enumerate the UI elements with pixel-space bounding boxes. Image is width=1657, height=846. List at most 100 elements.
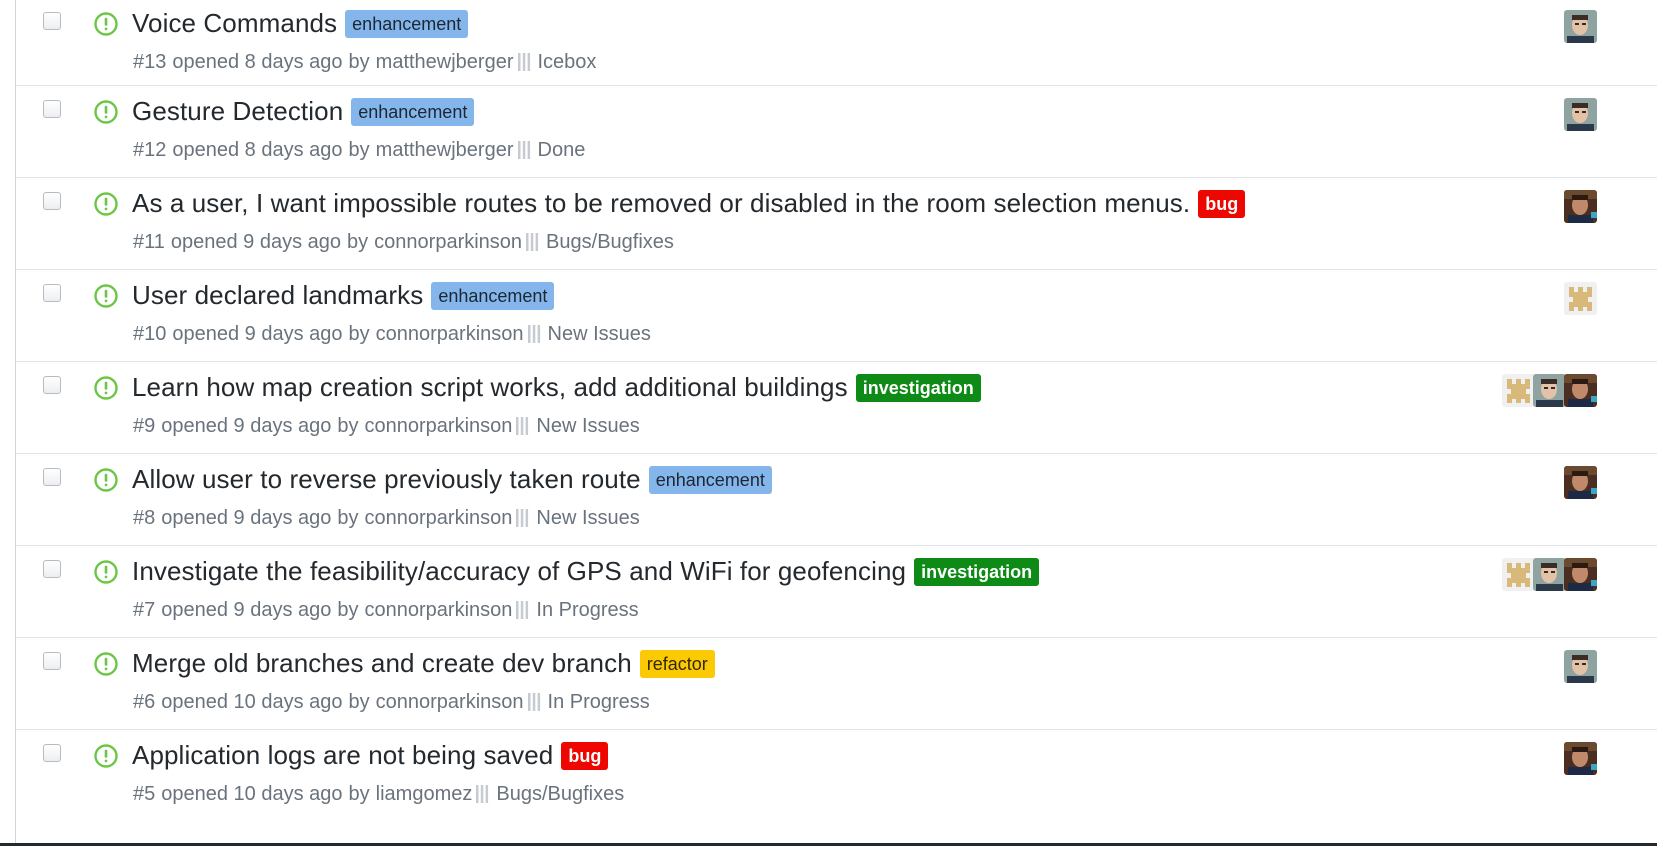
issue-title-line: User declared landmarks enhancement (132, 280, 555, 311)
assignee-avatar[interactable] (1564, 282, 1597, 315)
issue-title-link[interactable]: Merge old branches and create dev branch (132, 648, 632, 679)
issue-meta: #5 opened 10 days ago by liamgomez Bugs/… (133, 783, 624, 806)
assignee-avatar[interactable] (1564, 98, 1597, 131)
project-column-icon (526, 692, 542, 712)
issue-title-line: Gesture Detection enhancement (132, 96, 475, 127)
issue-by: by (348, 691, 370, 713)
issue-opened-icon (93, 99, 119, 125)
assignee-avatar[interactable] (1564, 466, 1597, 499)
project-column-icon (514, 508, 530, 528)
issue-author-link[interactable]: connorparkinson (376, 323, 524, 346)
issue-select-checkbox[interactable] (43, 284, 61, 302)
issue-project-column-link[interactable]: Bugs/Bugfixes (496, 783, 624, 806)
issue-number: #9 (133, 415, 156, 437)
assignee-avatar[interactable] (1564, 190, 1597, 223)
issue-opened-time: opened 10 days ago (161, 783, 343, 805)
issue-opened-icon (93, 559, 119, 585)
issue-label[interactable]: investigation (914, 557, 1040, 586)
issue-title-link[interactable]: Application logs are not being saved (132, 740, 553, 771)
assignee-avatar[interactable] (1564, 742, 1597, 775)
issue-label[interactable]: enhancement (351, 97, 475, 126)
assignee-avatar[interactable] (1502, 374, 1535, 407)
issue-by: by (347, 231, 369, 253)
assignee-avatar[interactable] (1564, 650, 1597, 683)
issue-opened-time: opened 10 days ago (161, 691, 343, 713)
issue-title-link[interactable]: Gesture Detection (132, 96, 343, 127)
issue-author-link[interactable]: connorparkinson (376, 691, 524, 714)
issue-title-link[interactable]: User declared landmarks (132, 280, 423, 311)
issue-select-checkbox[interactable] (43, 468, 61, 486)
issue-title-link[interactable]: Investigate the feasibility/accuracy of … (132, 556, 906, 587)
project-column-icon (514, 416, 530, 436)
issue-by: by (337, 507, 359, 529)
issue-project-column-link[interactable]: Bugs/Bugfixes (546, 231, 674, 254)
issue-opened-icon (93, 283, 119, 309)
issue-opened-icon (93, 11, 119, 37)
issue-label[interactable]: bug (561, 741, 609, 770)
issue-by: by (348, 323, 370, 345)
issue-by: by (337, 599, 359, 621)
assignee-avatar[interactable] (1533, 558, 1566, 591)
issue-project-column-link[interactable]: In Progress (536, 599, 638, 622)
assignee-avatar[interactable] (1564, 374, 1597, 407)
issue-opened-time: opened 9 days ago (172, 323, 343, 345)
issue-title-line: Allow user to reverse previously taken r… (132, 464, 772, 495)
issue-project-column-link[interactable]: New Issues (548, 323, 651, 346)
issue-meta: #9 opened 9 days ago by connorparkinson … (133, 415, 640, 438)
assignees (1564, 98, 1597, 131)
issue-label[interactable]: refactor (639, 649, 715, 678)
issue-label[interactable]: enhancement (431, 281, 555, 310)
issue-number: #12 (133, 139, 167, 161)
issue-list: Voice Commands enhancement #13 opened 8 … (16, 0, 1657, 822)
issue-author-link[interactable]: connorparkinson (374, 231, 522, 254)
issue-author-link[interactable]: connorparkinson (365, 507, 513, 530)
issue-select-checkbox[interactable] (43, 652, 61, 670)
issue-opened-time: opened 9 days ago (161, 599, 332, 621)
issue-title-link[interactable]: As a user, I want impossible routes to b… (132, 188, 1190, 219)
assignees (1502, 558, 1597, 591)
issue-meta: #13 opened 8 days ago by matthewjberger … (133, 51, 596, 74)
issue-label[interactable]: bug (1198, 189, 1246, 218)
issue-author-link[interactable]: matthewjberger (376, 51, 514, 74)
issue-opened-icon (93, 375, 119, 401)
issue-author-link[interactable]: matthewjberger (376, 139, 514, 162)
issue-title-line: Application logs are not being saved bug (132, 740, 609, 771)
issue-by: by (348, 51, 370, 73)
issue-label[interactable]: investigation (855, 373, 981, 402)
assignee-avatar[interactable] (1564, 558, 1597, 591)
issue-opened-time: opened 9 days ago (170, 231, 342, 253)
assignees (1564, 282, 1597, 315)
project-column-icon (524, 232, 540, 252)
issue-author-link[interactable]: liamgomez (376, 783, 473, 806)
assignees (1502, 374, 1597, 407)
assignee-avatar[interactable] (1564, 10, 1597, 43)
issue-opened-time: opened 8 days ago (172, 139, 343, 161)
issue-project-column-link[interactable]: Done (538, 139, 586, 162)
assignee-avatar[interactable] (1502, 558, 1535, 591)
issue-number: #7 (133, 599, 156, 621)
issue-project-column-link[interactable]: In Progress (548, 691, 650, 714)
issue-opened-icon (93, 651, 119, 677)
issue-title-link[interactable]: Allow user to reverse previously taken r… (132, 464, 641, 495)
issue-select-checkbox[interactable] (43, 560, 61, 578)
issue-select-checkbox[interactable] (43, 744, 61, 762)
issue-select-checkbox[interactable] (43, 100, 61, 118)
issue-meta: #12 opened 8 days ago by matthewjberger … (133, 139, 585, 162)
issue-opened-icon (93, 191, 119, 217)
issue-author-link[interactable]: connorparkinson (365, 599, 513, 622)
issue-row: As a user, I want impossible routes to b… (16, 178, 1657, 270)
issue-label[interactable]: enhancement (345, 9, 469, 38)
issue-select-checkbox[interactable] (43, 192, 61, 210)
issue-select-checkbox[interactable] (43, 376, 61, 394)
issue-select-checkbox[interactable] (43, 12, 61, 30)
issue-title-link[interactable]: Learn how map creation script works, add… (132, 372, 848, 403)
issue-number: #10 (133, 323, 167, 345)
assignee-avatar[interactable] (1533, 374, 1566, 407)
issue-title-link[interactable]: Voice Commands (132, 8, 337, 39)
issue-project-column-link[interactable]: Icebox (538, 51, 597, 74)
issue-author-link[interactable]: connorparkinson (365, 415, 513, 438)
issue-number: #5 (133, 783, 156, 805)
issue-project-column-link[interactable]: New Issues (536, 415, 639, 438)
issue-project-column-link[interactable]: New Issues (536, 507, 639, 530)
issue-label[interactable]: enhancement (648, 465, 772, 494)
